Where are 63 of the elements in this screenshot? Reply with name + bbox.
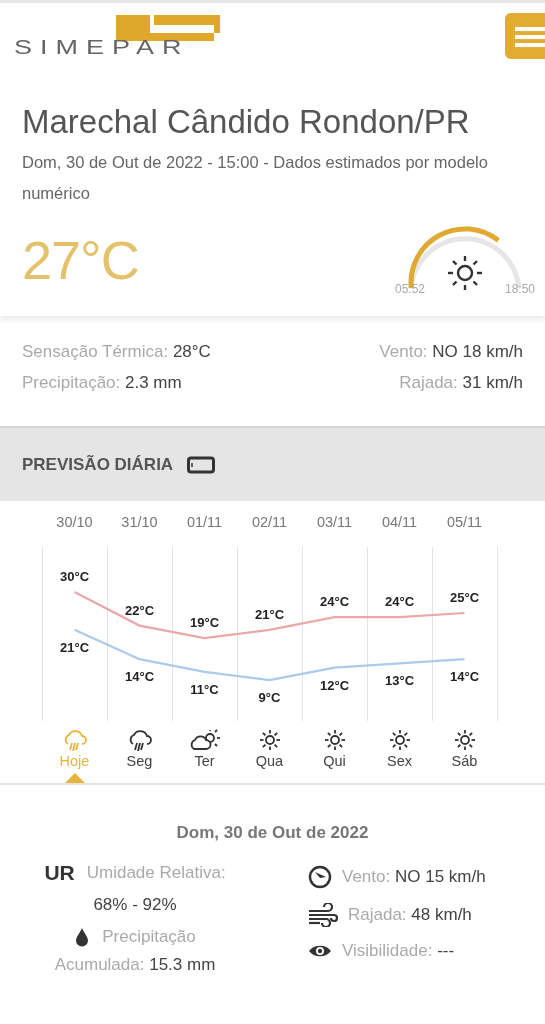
detail-label: Vento: <box>342 867 391 886</box>
metric-label: Rajada: <box>399 373 458 392</box>
sunset-time: 18:50 <box>504 282 535 296</box>
forecast-date: 05/11 <box>446 514 483 530</box>
temperature-label: 22°C <box>125 602 154 618</box>
forecast-date: 30/10 <box>56 514 93 530</box>
temperature-label: 13°C <box>385 673 414 689</box>
forecast-date: 01/11 <box>186 514 223 530</box>
day-tab[interactable]: Sex <box>367 729 432 769</box>
temperature-label: 30°C <box>60 569 89 584</box>
detail-value: 48 km/h <box>411 905 472 924</box>
forecast-date: 03/11 <box>316 514 353 530</box>
compass-icon <box>308 865 332 889</box>
eye-icon <box>308 943 332 959</box>
day-tab[interactable]: Qua <box>237 729 302 769</box>
wind-icon <box>308 903 338 927</box>
forecast-subtitle: Dom, 30 de Out de 2022 - 15:00 - Dados estimados por modelo numérico <box>22 152 489 204</box>
phone-rotate-icon[interactable] <box>187 455 216 474</box>
precipitation-value: 15.3 mm <box>149 955 216 974</box>
sunrise-time: 05:52 <box>395 282 426 296</box>
selection-pointer-icon <box>64 773 85 783</box>
temperature-label: 24°C <box>385 594 414 610</box>
day-tab[interactable]: Sáb <box>432 729 497 769</box>
temperature-label: 21°C <box>60 639 89 655</box>
temperature-label: 9°C <box>258 690 281 706</box>
metric-value: 31 km/h <box>462 373 523 392</box>
temperature-label: 24°C <box>320 594 349 610</box>
logo: SIMEPAR <box>14 39 190 56</box>
humidity-label: Umidade Relativa: <box>86 863 226 883</box>
temperature-label: 12°C <box>320 677 349 693</box>
metric-label: Vento: <box>379 342 428 361</box>
day-tab[interactable]: Qui <box>302 729 367 769</box>
forecast-date: 31/10 <box>121 514 158 530</box>
metric-value: NO 18 km/h <box>432 342 523 361</box>
precipitation-label: Acumulada: <box>54 955 145 974</box>
day-tab[interactable]: Ter <box>172 729 237 769</box>
detail-label: Rajada: <box>348 905 407 924</box>
forecast-date: 02/11 <box>251 514 288 530</box>
city-title: Marechal Cândido Rondon/PR <box>22 103 471 141</box>
precipitation-label: Precipitação <box>102 927 196 947</box>
temperature-label: 25°C <box>450 590 479 605</box>
temperature-label: 11°C <box>190 681 219 697</box>
detail-value: NO 15 km/h <box>394 867 486 886</box>
humidity-abbreviation: UR <box>44 861 75 885</box>
metric-value: 2.3 mm <box>125 373 182 392</box>
metric-label: Precipitação: <box>22 373 121 392</box>
menu-icon <box>515 25 545 47</box>
humidity-value: 68% - 92% <box>93 895 177 915</box>
forecast-date: 04/11 <box>381 514 418 530</box>
temperature-label: 14°C <box>125 669 154 685</box>
metric-label: Sensação Térmica: <box>22 342 169 361</box>
temperature-label: 14°C <box>450 669 479 685</box>
temperature-label: 21°C <box>255 606 284 622</box>
drop-icon <box>74 927 91 947</box>
detail-label: Visibilidade: <box>342 941 433 960</box>
section-title: PREVISÃO DIÁRIA <box>22 454 174 475</box>
metric-value: 28°C <box>172 342 211 361</box>
day-tab[interactable]: Seg <box>107 729 172 769</box>
temperature: 27°C <box>22 230 139 290</box>
temperature-label: 19°C <box>190 615 219 631</box>
detail-value: --- <box>437 941 455 960</box>
detail-date: Dom, 30 de Out de 2022 <box>175 823 370 843</box>
sun-icon <box>448 256 482 290</box>
